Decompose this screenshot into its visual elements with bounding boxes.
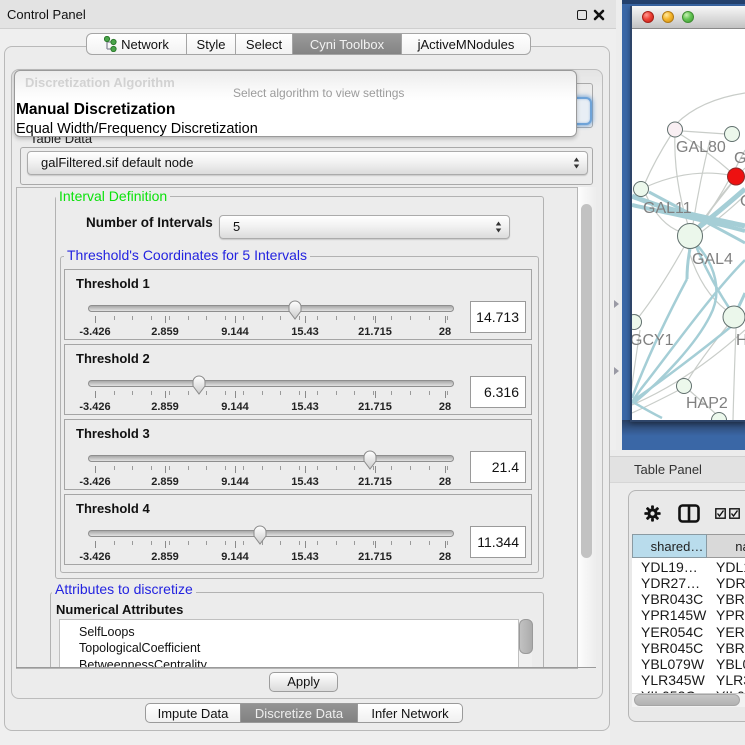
svg-text:H: H bbox=[736, 332, 745, 349]
svg-text:GA: GA bbox=[734, 150, 745, 167]
svg-text:C: C bbox=[740, 193, 745, 210]
svg-text:GAL11: GAL11 bbox=[643, 200, 692, 217]
svg-text:HAP2: HAP2 bbox=[686, 395, 728, 412]
svg-text:GAL4: GAL4 bbox=[692, 251, 733, 268]
svg-text:GCY1: GCY1 bbox=[632, 332, 674, 349]
svg-text:GAL80: GAL80 bbox=[676, 139, 726, 156]
